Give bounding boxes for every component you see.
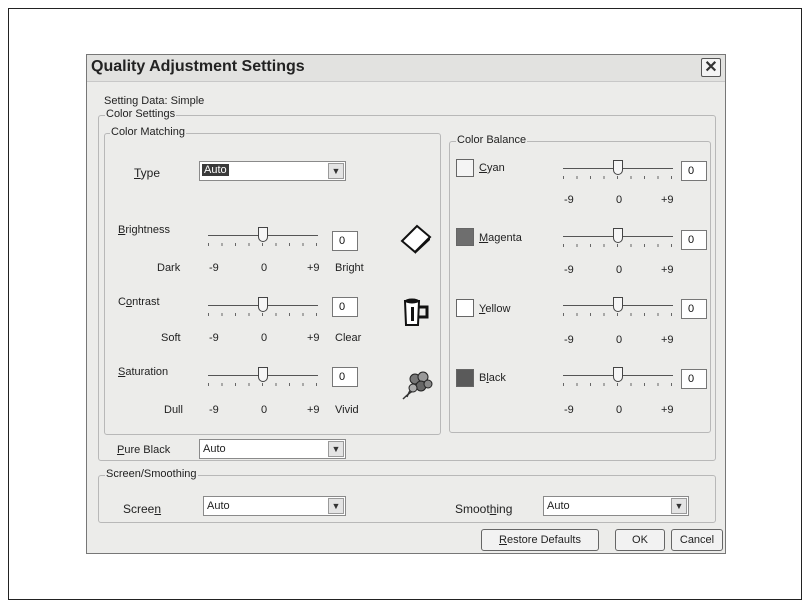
- color-balance-group: Color Balance: [449, 134, 711, 433]
- yellow-value-field[interactable]: 0: [681, 299, 707, 319]
- brightness-min: -9: [209, 262, 219, 274]
- color-matching-label: Color Matching: [110, 126, 186, 138]
- slider-ticks: [208, 243, 318, 246]
- pure-black-select[interactable]: Auto ▼: [199, 439, 346, 459]
- cyan-label: Cyan: [479, 162, 505, 174]
- page-tilted-icon: [400, 224, 432, 254]
- cyan-min: -9: [564, 194, 574, 206]
- contrast-mid: 0: [261, 332, 268, 344]
- saturation-left-label: Dull: [164, 404, 183, 416]
- contrast-left-label: Soft: [161, 332, 181, 344]
- saturation-min: -9: [209, 404, 219, 416]
- slider-thumb[interactable]: [613, 367, 623, 382]
- contrast-value-field[interactable]: 0: [332, 297, 358, 317]
- magenta-min: -9: [564, 264, 574, 276]
- black-swatch: [456, 369, 474, 387]
- brightness-label: Brightness: [118, 224, 170, 236]
- magenta-slider[interactable]: [563, 226, 673, 248]
- slider-ticks: [208, 313, 318, 316]
- slider-thumb[interactable]: [613, 160, 623, 175]
- cyan-value-field[interactable]: 0: [681, 161, 707, 181]
- cyan-mid: 0: [616, 194, 623, 206]
- smoothing-label: Smoothing: [455, 502, 513, 516]
- slider-ticks: [563, 383, 673, 386]
- close-icon: ✕: [704, 59, 718, 76]
- magenta-label: Magenta: [479, 232, 522, 244]
- smoothing-select-value: Auto: [547, 500, 570, 512]
- pure-black-label: Pure Black: [117, 444, 171, 456]
- chevron-down-icon[interactable]: ▼: [671, 498, 687, 514]
- setting-data-label: Setting Data: Simple: [104, 95, 205, 107]
- yellow-label: Yellow: [479, 303, 511, 315]
- chevron-down-icon[interactable]: ▼: [328, 441, 344, 457]
- saturation-right-label: Vivid: [335, 404, 359, 416]
- slider-thumb[interactable]: [258, 367, 268, 382]
- brightness-right-label: Bright: [335, 262, 364, 274]
- color-balance-label: Color Balance: [456, 134, 528, 146]
- contrast-max: +9: [307, 332, 320, 344]
- magenta-max: +9: [661, 264, 674, 276]
- magenta-swatch: [456, 228, 474, 246]
- black-min: -9: [564, 404, 574, 416]
- slider-thumb[interactable]: [613, 228, 623, 243]
- saturation-mid: 0: [261, 404, 268, 416]
- screen-select[interactable]: Auto ▼: [203, 496, 346, 516]
- contrast-slider[interactable]: [208, 295, 318, 317]
- yellow-max: +9: [661, 334, 674, 346]
- magenta-value-field[interactable]: 0: [681, 230, 707, 250]
- chevron-down-icon[interactable]: ▼: [328, 498, 344, 514]
- cyan-swatch: [456, 159, 474, 177]
- brightness-left-label: Dark: [157, 262, 181, 274]
- saturation-max: +9: [307, 404, 320, 416]
- brightness-max: +9: [307, 262, 320, 274]
- brightness-mid: 0: [261, 262, 268, 274]
- screen-label: Screen: [123, 502, 162, 516]
- slider-thumb[interactable]: [613, 297, 623, 312]
- close-button[interactable]: ✕: [701, 58, 721, 77]
- pure-black-select-value: Auto: [203, 443, 226, 455]
- slider-ticks: [563, 244, 673, 247]
- saturation-value-field[interactable]: 0: [332, 367, 358, 387]
- screen-select-value: Auto: [207, 500, 230, 512]
- type-label: Type: [134, 166, 161, 180]
- black-label: Black: [479, 372, 506, 384]
- slider-ticks: [563, 176, 673, 179]
- slider-thumb[interactable]: [258, 227, 268, 242]
- yellow-slider[interactable]: [563, 295, 673, 317]
- black-value-field[interactable]: 0: [681, 369, 707, 389]
- saturation-label: Saturation: [118, 366, 169, 378]
- saturation-slider[interactable]: [208, 365, 318, 387]
- chevron-down-icon[interactable]: ▼: [328, 163, 344, 179]
- contrast-min: -9: [209, 332, 219, 344]
- screen-smoothing-label: Screen/Smoothing: [105, 468, 198, 480]
- smoothing-select[interactable]: Auto ▼: [543, 496, 689, 516]
- title-bar: Quality Adjustment Settings ✕: [87, 55, 725, 82]
- flowers-icon: [402, 371, 433, 400]
- cyan-max: +9: [661, 194, 674, 206]
- quality-adjustment-dialog: Quality Adjustment Settings ✕ Setting Da…: [86, 54, 726, 554]
- magenta-mid: 0: [616, 264, 623, 276]
- type-select[interactable]: Auto ▼: [199, 161, 346, 181]
- coffee-mug-icon: [403, 298, 429, 326]
- slider-ticks: [563, 313, 673, 316]
- cancel-button[interactable]: Cancel: [671, 529, 723, 551]
- yellow-mid: 0: [616, 334, 623, 346]
- black-max: +9: [661, 404, 674, 416]
- black-mid: 0: [616, 404, 623, 416]
- black-slider[interactable]: [563, 365, 673, 387]
- brightness-value-field[interactable]: 0: [332, 231, 358, 251]
- slider-ticks: [208, 383, 318, 386]
- color-settings-label: Color Settings: [105, 108, 177, 120]
- cyan-slider[interactable]: [563, 158, 673, 180]
- ok-button[interactable]: OK: [615, 529, 665, 551]
- yellow-swatch: [456, 299, 474, 317]
- type-select-value: Auto: [202, 164, 229, 176]
- brightness-slider[interactable]: [208, 225, 318, 247]
- contrast-label: Contrast: [118, 296, 160, 308]
- contrast-right-label: Clear: [335, 332, 362, 344]
- restore-defaults-button[interactable]: Restore Defaults: [481, 529, 599, 551]
- yellow-min: -9: [564, 334, 574, 346]
- dialog-title: Quality Adjustment Settings: [91, 58, 305, 75]
- slider-thumb[interactable]: [258, 297, 268, 312]
